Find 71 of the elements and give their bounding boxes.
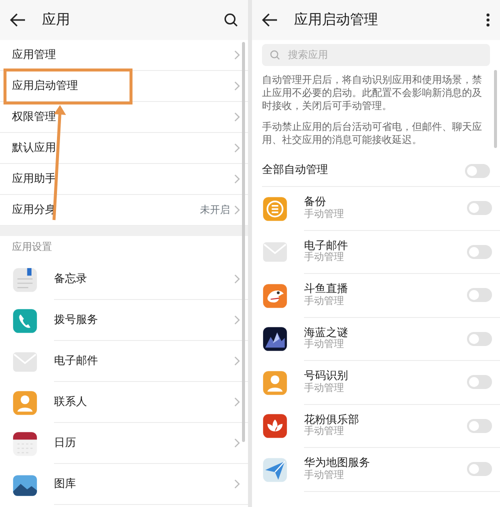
calendar-icon xyxy=(12,430,38,456)
chevron-icon xyxy=(234,479,240,489)
chevron-icon xyxy=(234,143,240,153)
memo-icon xyxy=(12,266,38,292)
description-text: 手动禁止应用的后台活动可省电，但邮件、聊天应用、社交应用的消息可能接收延迟。 xyxy=(261,121,483,147)
app-name: 日历 xyxy=(54,434,77,451)
phone-icon xyxy=(12,308,38,334)
search-icon[interactable] xyxy=(224,13,238,27)
menu-label: 权限管理 xyxy=(12,108,57,125)
app-name: 图库 xyxy=(54,476,77,492)
menu-label: 应用启动管理 xyxy=(12,78,79,94)
toggle-switch[interactable] xyxy=(467,332,492,346)
search-field[interactable]: 搜索应用 xyxy=(262,44,490,66)
game-art-icon xyxy=(262,326,288,352)
screen-title: 应用 xyxy=(42,10,70,30)
toggle-switch[interactable] xyxy=(467,201,492,216)
screen-title: 应用启动管理 xyxy=(294,10,379,30)
app-name: 备忘录 xyxy=(54,270,88,287)
contact-icon xyxy=(12,390,38,416)
menu-label: 默认应用 xyxy=(12,140,57,156)
more-icon[interactable] xyxy=(486,13,490,27)
status-text: 手动管理 xyxy=(304,252,345,265)
chevron-icon xyxy=(234,205,240,215)
chevron-icon xyxy=(234,50,240,60)
back-icon[interactable] xyxy=(262,13,278,27)
status-text: 未开启 xyxy=(200,204,230,218)
search-icon xyxy=(270,50,280,60)
chevron-icon xyxy=(234,315,240,325)
chevron-icon xyxy=(234,356,240,366)
status-text: 手动管理 xyxy=(304,296,345,308)
app-row[interactable]: 图库 xyxy=(0,464,248,505)
mascot-icon xyxy=(262,282,288,309)
chevron-icon xyxy=(234,397,240,407)
app-name: 联系人 xyxy=(54,394,88,410)
toggle-switch[interactable] xyxy=(467,288,492,302)
menu-label: 应用助手 xyxy=(12,170,57,187)
status-text: 手动管理 xyxy=(304,382,345,396)
menu-label: 应用管理 xyxy=(12,46,57,63)
section-header: 应用设置 xyxy=(11,240,53,255)
app-row[interactable]: 日历 xyxy=(0,423,248,464)
back-icon[interactable] xyxy=(10,13,26,27)
chevron-icon xyxy=(234,274,240,284)
setting-label: 全部自动管理 xyxy=(262,162,329,178)
app-name: 拨号服务 xyxy=(54,312,99,328)
app-name: 电子邮件 xyxy=(54,352,99,369)
app-name: 花粉俱乐部 xyxy=(304,412,360,426)
toggle-switch[interactable] xyxy=(467,418,492,433)
app-name: 海蓝之谜 xyxy=(304,326,349,339)
chevron-icon xyxy=(234,174,240,184)
chevron-icon xyxy=(234,438,240,448)
contact-icon xyxy=(262,370,288,396)
app-name: 备份 xyxy=(304,195,327,208)
lotus-icon xyxy=(262,413,288,440)
app-name: 华为地图服务 xyxy=(304,456,371,470)
toggle-switch[interactable] xyxy=(465,164,490,178)
toggle-switch[interactable] xyxy=(467,462,492,476)
description-text: 自动管理开启后，将自动识别应用和使用场景，禁止应用不必要的启动。此配置不会影响新消息的及时接收，关闭后可手动管理。 xyxy=(261,74,483,113)
toggle-switch[interactable] xyxy=(467,375,492,390)
list-icon xyxy=(262,196,288,222)
chevron-icon xyxy=(234,81,240,91)
app-name: 电子邮件 xyxy=(304,238,349,252)
status-text: 手动管理 xyxy=(304,426,345,439)
toggle-switch[interactable] xyxy=(467,244,492,259)
chevron-icon xyxy=(234,112,240,122)
status-text: 手动管理 xyxy=(304,339,345,352)
status-text: 手动管理 xyxy=(304,470,345,482)
app-name: 斗鱼直播 xyxy=(304,282,349,296)
paper-plane-icon xyxy=(262,456,288,483)
app-name: 号码识别 xyxy=(304,369,349,382)
status-text: 手动管理 xyxy=(304,208,345,222)
search-input[interactable]: 搜索应用 xyxy=(288,48,482,62)
